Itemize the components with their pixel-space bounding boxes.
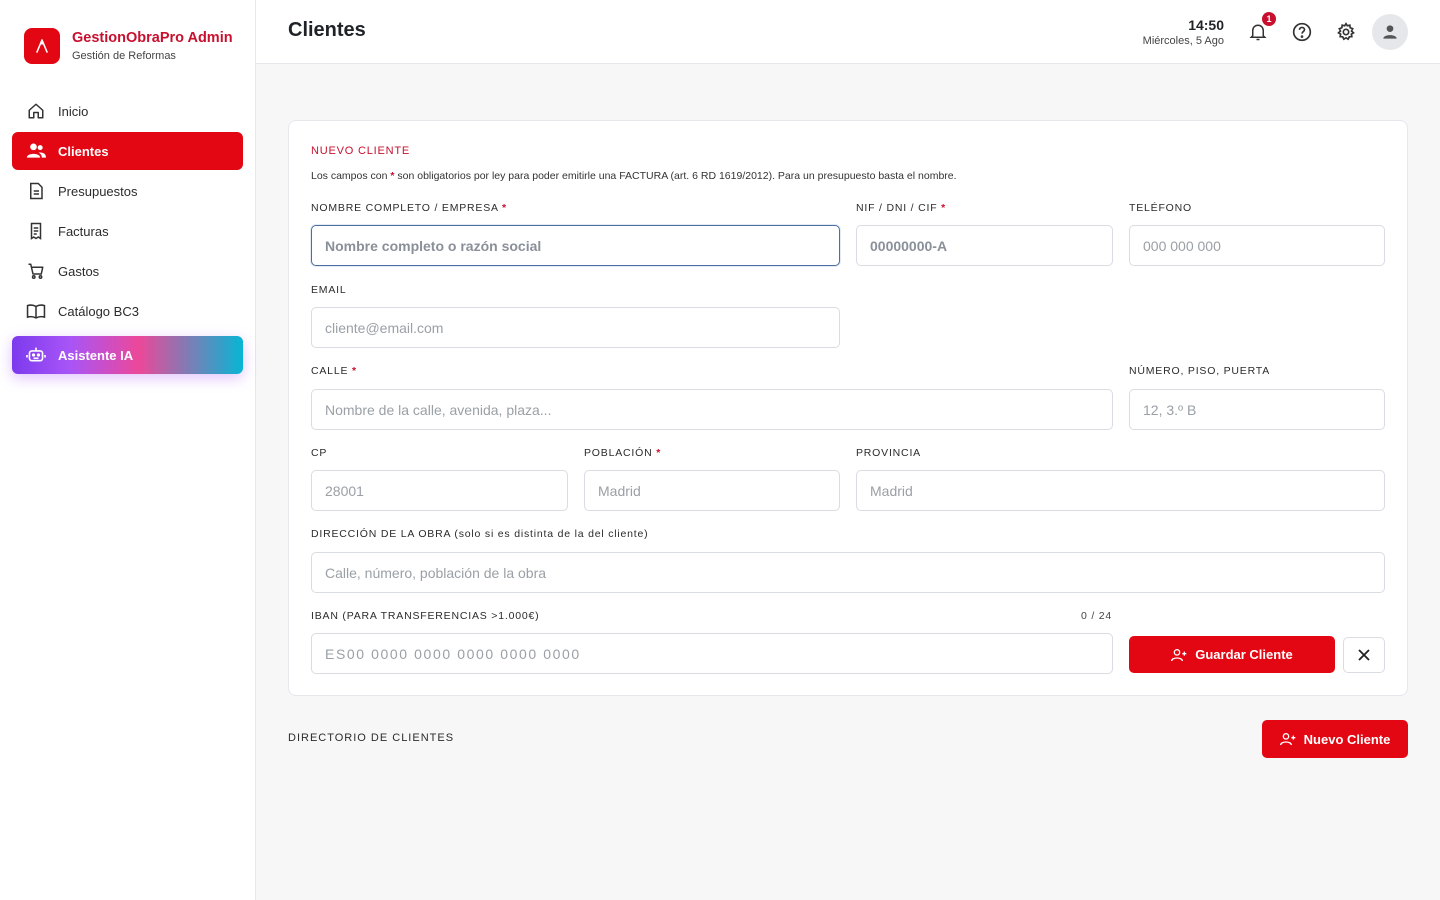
province-input[interactable] xyxy=(856,470,1385,511)
sidebar: GestionObraPro Admin Gestión de Reformas… xyxy=(0,0,256,900)
sidebar-item-facturas[interactable]: Facturas xyxy=(12,212,243,250)
user-plus-icon xyxy=(1171,648,1187,662)
book-icon xyxy=(26,301,46,321)
bell-icon xyxy=(1249,24,1267,41)
form-title: NUEVO CLIENTE xyxy=(311,145,411,157)
nif-label-text: NIF / DNI / CIF xyxy=(856,202,938,214)
new-client-button[interactable]: Nuevo Cliente xyxy=(1262,720,1408,758)
sidebar-item-inicio[interactable]: Inicio xyxy=(12,92,243,130)
cp-label: CP xyxy=(311,447,328,459)
site-address-input[interactable] xyxy=(311,552,1385,593)
iban-label: IBAN (PARA TRANSFERENCIAS >1.000€) xyxy=(311,610,540,622)
top-header: Clientes 14:50 Miércoles, 5 Ago 1 xyxy=(256,0,1440,64)
note-text: son obligatorios por ley para poder emit… xyxy=(394,170,957,182)
phone-label: TELÉFONO xyxy=(1129,202,1192,214)
brand[interactable]: GestionObraPro Admin Gestión de Reformas xyxy=(24,28,233,64)
name-label-text: NOMBRE COMPLETO / EMPRESA xyxy=(311,202,499,214)
sidebar-item-clientes[interactable]: Clientes xyxy=(12,132,243,170)
sidebar-item-gastos[interactable]: Gastos xyxy=(12,252,243,290)
new-client-label: Nuevo Cliente xyxy=(1303,731,1391,747)
user-plus-icon xyxy=(1279,732,1296,746)
cart-icon xyxy=(26,261,46,281)
street-label-text: CALLE xyxy=(311,365,349,377)
close-icon xyxy=(1358,649,1370,661)
page-title: Clientes xyxy=(288,19,366,41)
street-label: CALLE * xyxy=(311,365,357,377)
sidebar-item-label: Inicio xyxy=(58,103,89,119)
clock-time: 14:50 xyxy=(1188,17,1224,33)
iban-input[interactable] xyxy=(311,633,1113,674)
street-input[interactable] xyxy=(311,389,1113,430)
name-input[interactable] xyxy=(311,225,840,266)
sidebar-item-label: Presupuestos xyxy=(58,183,138,199)
document-icon xyxy=(26,181,46,201)
email-input[interactable] xyxy=(311,307,840,348)
required-mark: * xyxy=(501,202,507,214)
sidebar-item-label: Clientes xyxy=(58,143,109,159)
save-client-label: Guardar Cliente xyxy=(1195,647,1293,662)
phone-input[interactable] xyxy=(1129,225,1385,266)
user-icon xyxy=(1383,25,1397,39)
sidebar-nav: Inicio Clientes Presupuestos Facturas Ga… xyxy=(12,92,243,376)
required-mark: * xyxy=(941,202,947,214)
logo-icon xyxy=(24,28,60,64)
form-legal-note: Los campos con * son obligatorios por le… xyxy=(311,170,957,182)
site-address-label: DIRECCIÓN DE LA OBRA (solo si es distint… xyxy=(311,528,649,540)
cp-input[interactable] xyxy=(311,470,568,511)
province-label: PROVINCIA xyxy=(856,447,921,459)
sidebar-item-asistente-ia[interactable]: Asistente IA xyxy=(12,336,243,374)
home-icon xyxy=(26,101,46,121)
number-input[interactable] xyxy=(1129,389,1385,430)
sidebar-item-presupuestos[interactable]: Presupuestos xyxy=(12,172,243,210)
notifications-button[interactable]: 1 xyxy=(1246,12,1276,44)
city-label: POBLACIÓN * xyxy=(584,447,661,459)
brand-subtitle: Gestión de Reformas xyxy=(72,49,176,62)
directory-title: DIRECTORIO DE CLIENTES xyxy=(288,732,455,744)
sidebar-item-label: Catálogo BC3 xyxy=(58,303,139,319)
user-avatar[interactable] xyxy=(1372,14,1408,50)
robot-icon xyxy=(26,345,46,365)
city-label-text: POBLACIÓN xyxy=(584,447,653,459)
sidebar-item-label: Facturas xyxy=(58,223,109,239)
help-icon xyxy=(1292,22,1312,42)
help-button[interactable] xyxy=(1290,20,1314,44)
nif-input[interactable] xyxy=(856,225,1113,266)
clock: 14:50 Miércoles, 5 Ago xyxy=(1143,17,1224,48)
gear-icon xyxy=(1337,22,1355,41)
number-label: NÚMERO, PISO, PUERTA xyxy=(1129,365,1271,377)
required-mark: * xyxy=(352,365,357,377)
save-client-button[interactable]: Guardar Cliente xyxy=(1129,636,1335,673)
sidebar-item-label: Asistente IA xyxy=(58,347,134,363)
note-text: Los campos con xyxy=(311,170,391,182)
clock-date: Miércoles, 5 Ago xyxy=(1142,35,1224,47)
notification-badge: 1 xyxy=(1262,12,1276,26)
sidebar-item-catalogo[interactable]: Catálogo BC3 xyxy=(12,292,243,330)
new-client-form: NUEVO CLIENTE Los campos con * son oblig… xyxy=(288,120,1408,696)
receipt-icon xyxy=(26,221,46,241)
settings-button[interactable] xyxy=(1334,20,1358,44)
nif-label: NIF / DNI / CIF * xyxy=(856,202,946,214)
email-label: EMAIL xyxy=(311,284,347,296)
users-icon xyxy=(26,141,46,161)
required-mark: * xyxy=(656,447,662,459)
sidebar-item-label: Gastos xyxy=(58,263,100,279)
city-input[interactable] xyxy=(584,470,840,511)
name-label: NOMBRE COMPLETO / EMPRESA * xyxy=(311,202,507,214)
iban-counter: 0 / 24 xyxy=(1081,610,1113,622)
close-form-button[interactable] xyxy=(1343,637,1385,673)
brand-title: GestionObraPro Admin xyxy=(72,29,233,46)
